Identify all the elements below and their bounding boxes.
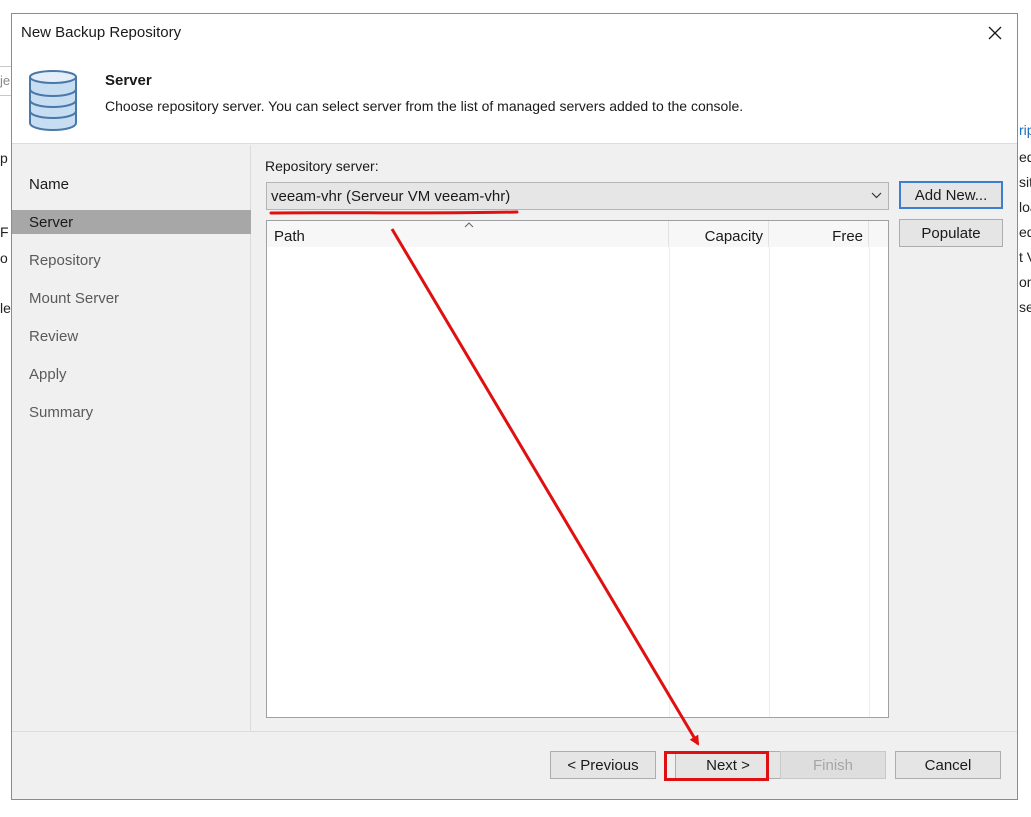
column-divider	[669, 247, 670, 717]
column-divider	[869, 247, 870, 717]
nav-step-repository[interactable]: Repository	[12, 248, 251, 272]
close-icon	[988, 26, 1002, 40]
server-paths-table[interactable]: Path Capacity Free	[266, 220, 889, 718]
populate-label: Populate	[921, 224, 981, 242]
nav-step-server[interactable]: Server	[12, 210, 251, 234]
footer-divider	[12, 731, 1017, 732]
nav-step-apply[interactable]: Apply	[12, 362, 251, 386]
background-text: site	[1019, 174, 1031, 190]
dialog-title: New Backup Repository	[21, 24, 182, 41]
background-text: se	[1019, 299, 1031, 315]
close-button[interactable]	[973, 14, 1017, 52]
new-backup-repository-dialog: New Backup Repository Server Choose repo…	[11, 13, 1018, 800]
background-text: loa	[1019, 199, 1031, 215]
next-label: Next >	[706, 756, 750, 774]
previous-button[interactable]: < Previous	[550, 751, 656, 779]
background-text: om	[1019, 274, 1031, 290]
table-header: Path Capacity Free	[267, 221, 888, 247]
cancel-button[interactable]: Cancel	[895, 751, 1001, 779]
nav-step-name[interactable]: Name	[12, 172, 251, 196]
column-header-capacity[interactable]: Capacity	[669, 221, 769, 247]
finish-button[interactable]: Finish	[780, 751, 886, 779]
nav-step-mount-server[interactable]: Mount Server	[12, 286, 251, 310]
repository-server-select[interactable]: veeam-vhr (Serveur VM veeam-vhr)	[266, 182, 889, 210]
wizard-steps-nav: Name Server Repository Mount Server Revi…	[12, 145, 251, 731]
populate-button[interactable]: Populate	[899, 219, 1003, 247]
add-new-label: Add New...	[914, 186, 988, 204]
background-link: ript	[1019, 122, 1031, 138]
database-icon	[29, 70, 77, 131]
step-description: Choose repository server. You can select…	[105, 98, 744, 114]
step-title: Server	[105, 72, 152, 89]
finish-label: Finish	[812, 756, 853, 774]
repository-server-label: Repository server:	[265, 158, 379, 174]
column-divider	[769, 247, 770, 717]
column-header-free[interactable]: Free	[769, 221, 869, 247]
nav-step-review[interactable]: Review	[12, 324, 251, 348]
title-bar: New Backup Repository	[12, 14, 1017, 52]
add-new-button[interactable]: Add New...	[899, 181, 1003, 209]
background-text: ed	[1019, 224, 1031, 240]
wizard-header: Server Choose repository server. You can…	[12, 52, 1017, 144]
cancel-label: Cancel	[924, 756, 972, 774]
nav-step-summary[interactable]: Summary	[12, 400, 251, 424]
background-text: ed	[1019, 149, 1031, 165]
background-text: t V	[1019, 249, 1031, 265]
sort-ascending-icon	[464, 222, 474, 228]
previous-label: < Previous	[567, 756, 639, 774]
chevron-down-icon	[871, 192, 882, 199]
next-button[interactable]: Next >	[675, 751, 781, 779]
selected-server-value: veeam-vhr (Serveur VM veeam-vhr)	[271, 188, 511, 205]
